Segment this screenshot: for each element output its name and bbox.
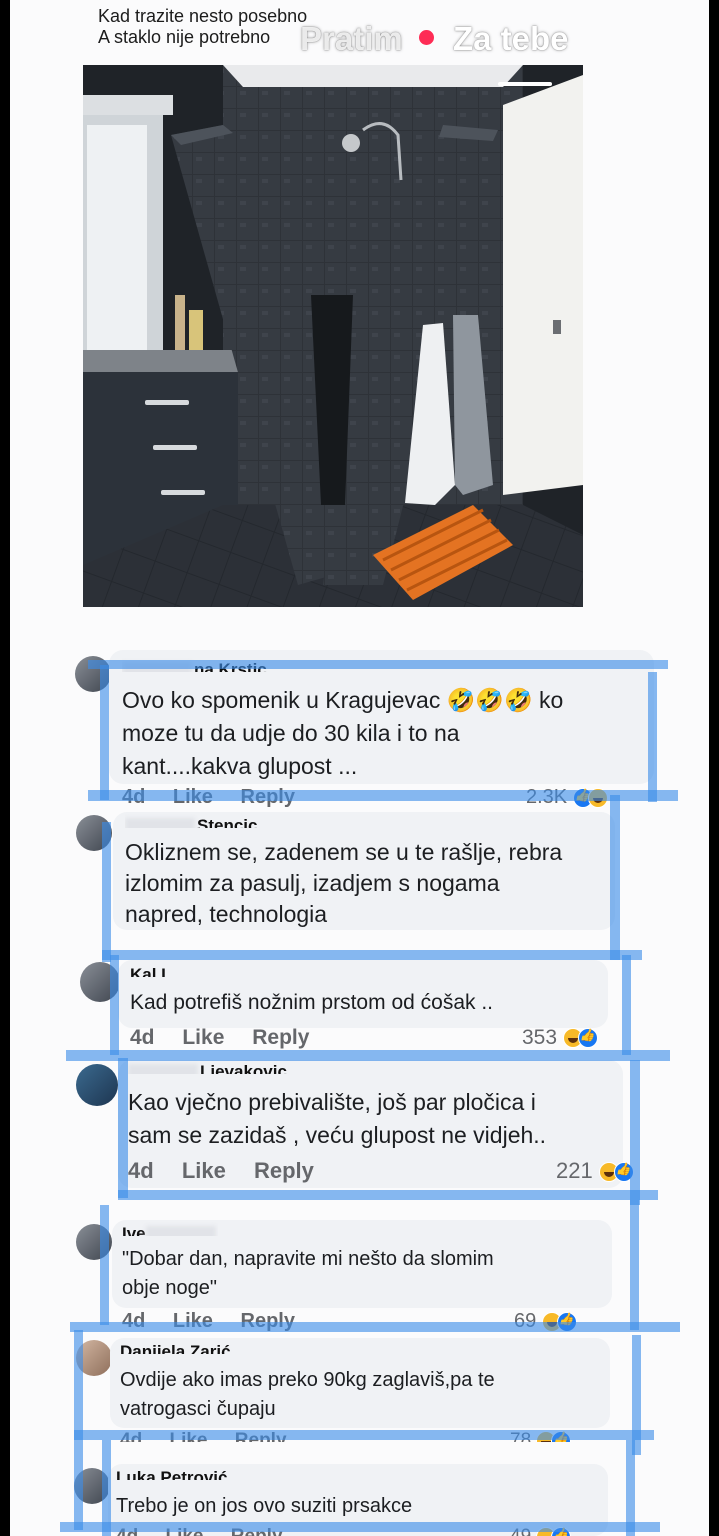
highlight-stroke bbox=[102, 822, 111, 962]
comment-actions: 4d Like Reply bbox=[128, 1158, 336, 1184]
comment-author[interactable]: Stencic bbox=[125, 814, 257, 828]
comment-text: Kad potrefiš nožnim prstom od ćošak .. bbox=[130, 991, 493, 1014]
highlight-stroke bbox=[118, 1058, 128, 1198]
comment-text: Ovo ko spomenik u Kragujevac 🤣🤣🤣 ko moze… bbox=[122, 687, 564, 779]
highlight-stroke bbox=[630, 1200, 639, 1330]
active-tab-indicator bbox=[498, 82, 552, 86]
comment-age: 4d bbox=[130, 1026, 155, 1049]
comment-text: Kao vječno prebivalište, još par pločica… bbox=[128, 1089, 547, 1148]
comment-author[interactable]: Ljevakovic bbox=[128, 1060, 287, 1074]
highlight-stroke bbox=[610, 795, 620, 960]
highlight-stroke bbox=[630, 1060, 640, 1205]
like-reaction-icon bbox=[577, 1028, 598, 1049]
highlight-stroke bbox=[100, 1205, 109, 1325]
reaction-count: 221 bbox=[556, 1158, 593, 1183]
highlight-stroke bbox=[110, 955, 119, 1055]
post-photo bbox=[83, 65, 583, 607]
highlight-stroke bbox=[60, 1522, 660, 1532]
reply-button[interactable]: Reply bbox=[252, 1026, 309, 1049]
highlight-stroke bbox=[648, 672, 657, 802]
phone-screen: Kad trazite nesto posebno A staklo nije … bbox=[10, 0, 709, 1536]
comment-author[interactable]: Ive bbox=[122, 1222, 218, 1236]
reaction-count: 353 bbox=[522, 1026, 558, 1049]
highlight-stroke bbox=[100, 665, 109, 800]
like-button[interactable]: Like bbox=[182, 1158, 226, 1183]
comment-actions: 4d Like Reply bbox=[130, 1026, 331, 1050]
comment-text: Okliznem se, zadenem se u te rašlje, reb… bbox=[125, 839, 563, 927]
highlight-stroke bbox=[88, 660, 668, 669]
comment-age: 4d bbox=[128, 1158, 154, 1183]
highlight-stroke bbox=[88, 790, 678, 801]
highlight-stroke bbox=[74, 1430, 654, 1440]
comment-author[interactable]: Luka Petrović bbox=[116, 1466, 228, 1480]
highlight-stroke bbox=[102, 950, 642, 960]
comment-author[interactable]: Danijela Zarić bbox=[120, 1340, 231, 1354]
reply-button[interactable]: Reply bbox=[254, 1158, 314, 1183]
comment-text: Ovdije ako imas preko 90kg zaglaviš,pa t… bbox=[120, 1369, 495, 1420]
tab-for-you[interactable]: Za tebe bbox=[453, 20, 569, 58]
avatar[interactable] bbox=[76, 1064, 118, 1106]
tab-following[interactable]: Pratim bbox=[300, 20, 403, 58]
reaction-summary[interactable]: 221 bbox=[556, 1158, 634, 1184]
highlight-stroke bbox=[118, 1190, 658, 1200]
highlight-stroke bbox=[622, 955, 631, 1055]
feed-tabs: Pratim Za tebe bbox=[10, 20, 709, 64]
comment-author[interactable]: Kal L bbox=[130, 963, 172, 977]
highlight-stroke bbox=[66, 1050, 670, 1061]
comment-text: "Dobar dan, napravite mi nešto da slomim… bbox=[122, 1248, 494, 1299]
notification-dot bbox=[419, 30, 434, 45]
reaction-summary[interactable]: 353 bbox=[522, 1026, 598, 1050]
comment-text: Trebo je on jos ovo suziti prsakce bbox=[116, 1495, 413, 1517]
like-button[interactable]: Like bbox=[182, 1026, 224, 1049]
highlight-stroke bbox=[70, 1322, 680, 1332]
